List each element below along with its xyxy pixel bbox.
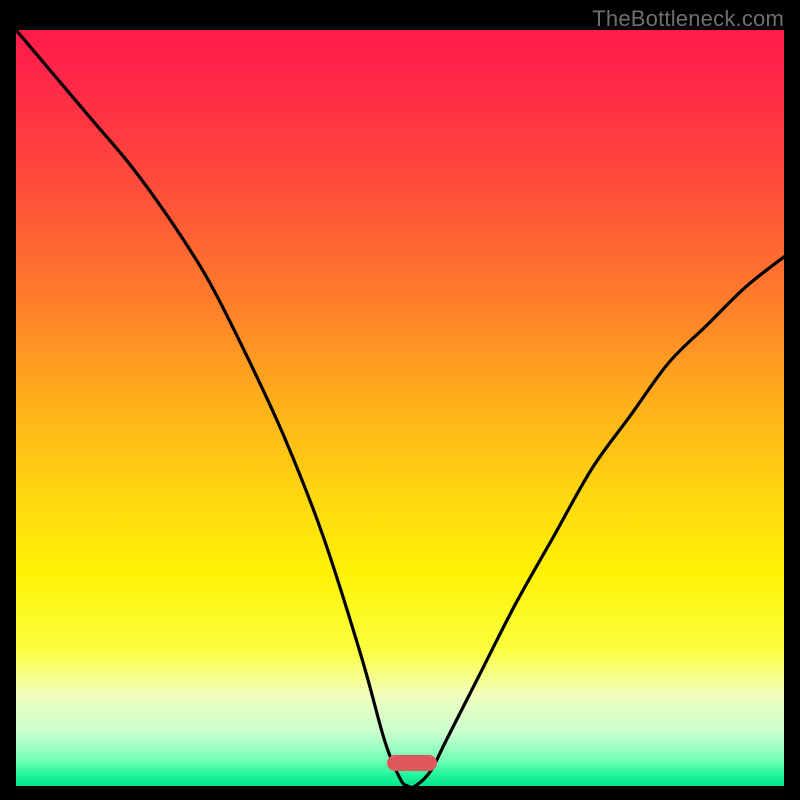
chart-frame: TheBottleneck.com (0, 0, 800, 800)
optimal-marker (387, 755, 437, 771)
bottleneck-curve (16, 30, 784, 786)
watermark-text: TheBottleneck.com (592, 6, 784, 32)
plot-area (16, 30, 784, 786)
